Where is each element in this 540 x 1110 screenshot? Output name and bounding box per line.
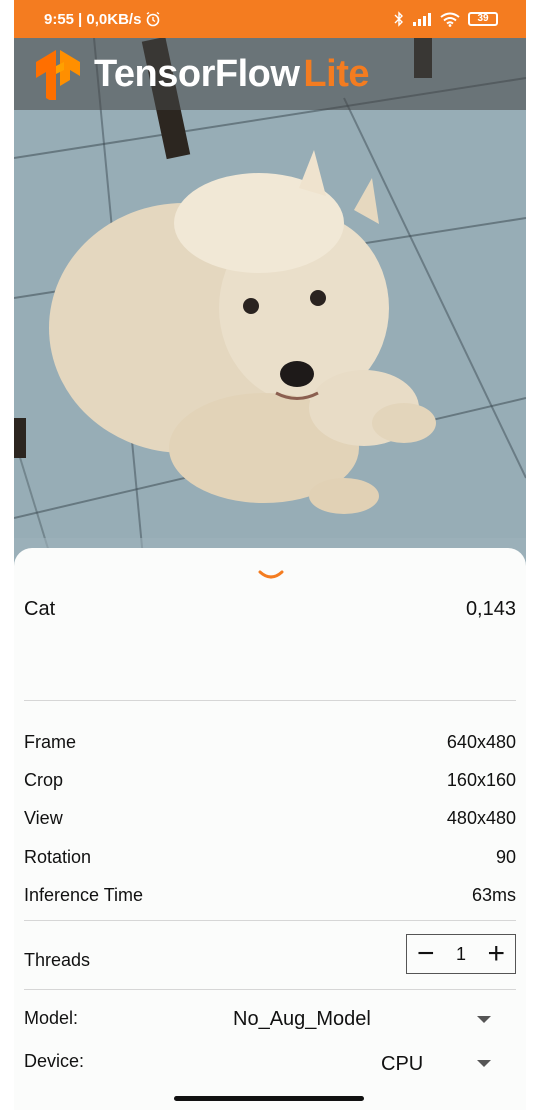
clock: 9:55: [44, 10, 75, 28]
view-row: View 480x480: [24, 808, 516, 829]
tensorflow-logo: [36, 50, 80, 100]
app-title: TensorFlow Lite: [94, 53, 369, 96]
model-row: Model:: [24, 1008, 144, 1029]
threads-increment-button[interactable]: +: [487, 939, 505, 969]
alarm-icon: [147, 11, 160, 27]
rotation-label: Rotation: [24, 847, 92, 867]
status-left: 9:55 | 0,0KB/s: [44, 11, 161, 28]
camera-preview: [14, 38, 526, 568]
frame-value: 640x480: [446, 732, 516, 752]
inference-time-row: Inference Time 63ms: [24, 885, 516, 906]
crop-row: Crop 160x160: [24, 770, 516, 791]
view-label: View: [24, 808, 63, 828]
inference-time-value: 63ms: [471, 885, 516, 905]
device-select[interactable]: CPU: [381, 1053, 423, 1076]
status-right: 39: [394, 11, 498, 27]
brand-primary: TensorFlow: [94, 52, 300, 95]
brand-secondary: Lite: [303, 52, 369, 95]
crop-value: 160x160: [446, 770, 516, 790]
bluetooth-icon: [394, 11, 403, 27]
status-bar: 9:55 | 0,0KB/s 39: [14, 0, 526, 38]
phone-screen: 9:55 | 0,0KB/s 39 TensorFlow Lite Cat 0,…: [14, 0, 526, 1110]
app-bar: TensorFlow Lite: [14, 38, 526, 110]
threads-label: Threads: [24, 950, 91, 970]
inference-time-label: Inference Time: [24, 885, 144, 905]
wifi-icon: [440, 12, 460, 27]
model-dropdown-icon[interactable]: [477, 1016, 491, 1023]
model-select[interactable]: No_Aug_Model: [233, 1008, 371, 1031]
divider: [24, 989, 516, 990]
threads-stepper[interactable]: − 1 +: [406, 934, 516, 974]
result-label: Cat: [24, 598, 56, 620]
bottom-sheet: Cat 0,143 Frame 640x480 Crop 160x160 Vie…: [14, 548, 526, 1110]
crop-label: Crop: [24, 770, 64, 790]
model-label: Model:: [24, 1008, 79, 1028]
divider: [24, 920, 516, 921]
device-row: Device:: [24, 1051, 144, 1072]
threads-decrement-button[interactable]: −: [417, 939, 435, 969]
threads-value: 1: [455, 943, 466, 964]
divider: [24, 700, 516, 701]
device-dropdown-icon[interactable]: [477, 1060, 491, 1067]
network-speed: | 0,0KB/s: [78, 10, 142, 28]
rotation-row: Rotation 90: [24, 847, 516, 868]
threads-row: Threads: [24, 950, 284, 971]
signal-icon: [413, 13, 431, 26]
result-row: Cat 0,143: [24, 598, 516, 621]
chevron-down-icon[interactable]: [257, 568, 285, 584]
rotation-value: 90: [495, 847, 516, 867]
frame-row: Frame 640x480: [24, 732, 516, 753]
frame-label: Frame: [24, 732, 77, 752]
device-label: Device:: [24, 1051, 85, 1071]
home-indicator[interactable]: [174, 1096, 364, 1101]
battery-icon: 39: [468, 12, 498, 26]
result-score: 0,143: [465, 598, 516, 620]
view-value: 480x480: [446, 808, 516, 828]
